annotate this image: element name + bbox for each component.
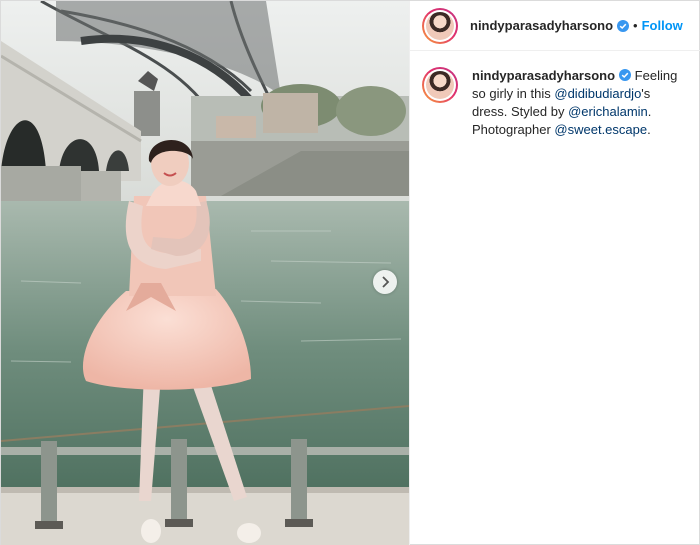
avatar-image: [426, 71, 454, 99]
header-username[interactable]: nindyparasadyharsono: [470, 18, 613, 33]
mention-link[interactable]: @sweet.escape: [554, 122, 647, 137]
mention-link[interactable]: @erichalamin: [568, 104, 648, 119]
follow-button[interactable]: Follow: [642, 18, 683, 33]
avatar-frame: [424, 9, 456, 42]
caption-avatar[interactable]: [422, 67, 458, 103]
caption-username[interactable]: nindyparasadyharsono: [472, 68, 615, 83]
verified-badge-icon: [619, 69, 632, 81]
avatar[interactable]: [422, 7, 458, 44]
next-photo-button[interactable]: [373, 270, 397, 294]
avatar-image: [426, 11, 454, 40]
caption: nindyparasadyharsono Feeling so girly in…: [410, 51, 700, 139]
chevron-right-icon: [382, 276, 390, 288]
instagram-post: nindyparasadyharsono • Follow nindyparas…: [0, 0, 700, 545]
post-side-panel: nindyparasadyharsono • Follow nindyparas…: [409, 1, 700, 545]
post-photo[interactable]: [1, 1, 409, 545]
photo-scene: [1, 1, 409, 545]
verified-badge-icon: [617, 19, 630, 32]
separator-dot: •: [633, 18, 638, 33]
caption-text: nindyparasadyharsono Feeling so girly in…: [472, 67, 687, 139]
mention-link[interactable]: @didibudiardjo: [554, 86, 641, 101]
post-header: nindyparasadyharsono • Follow: [410, 1, 700, 51]
caption-part: .: [647, 122, 651, 137]
avatar-frame: [424, 69, 456, 101]
